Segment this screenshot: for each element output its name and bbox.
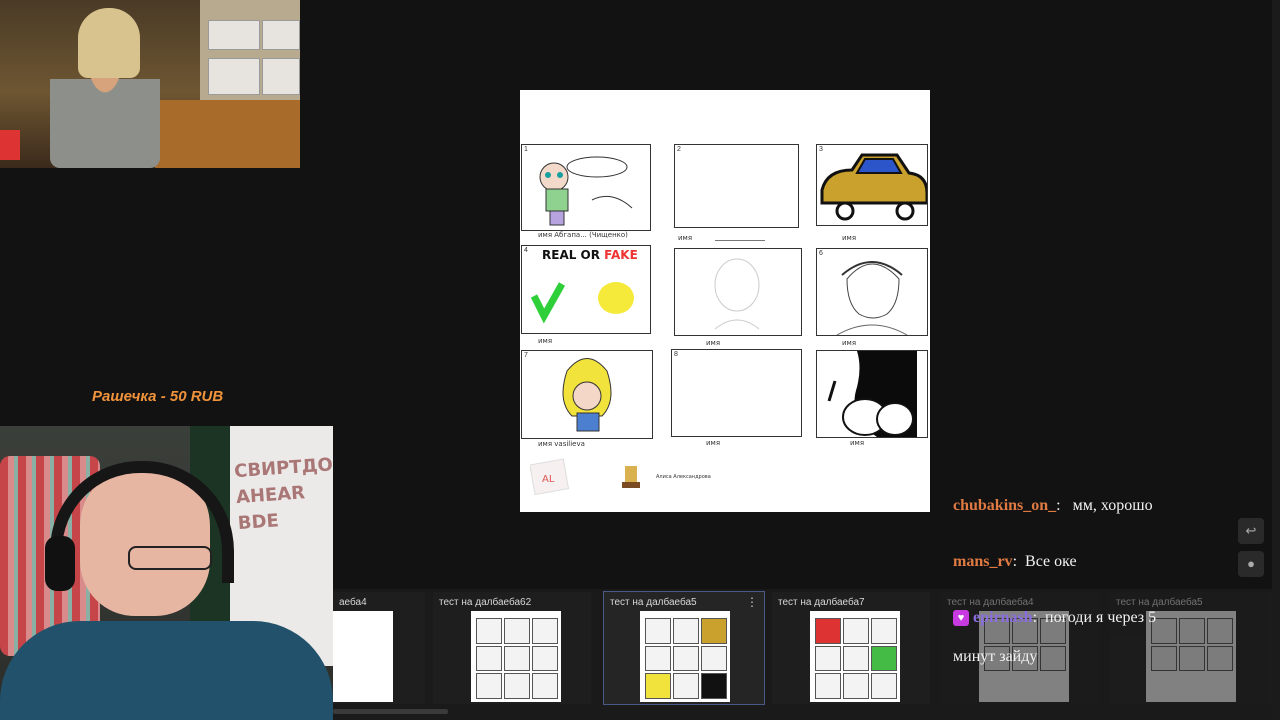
cell-6: 6 [816, 248, 928, 336]
tab-thumbnail [810, 611, 900, 702]
cell-9: 9 [816, 350, 928, 438]
cell-6-caption: имя [842, 339, 857, 347]
cell-1-caption: имя Абгапа... (Чищенко) [538, 231, 628, 239]
svg-text:AL: AL [542, 474, 555, 485]
drawing-canvas[interactable]: 1 имя Абгапа... (Чищенко) 2 имя 3 имя 4 … [520, 90, 930, 512]
vertical-scrollbar[interactable] [1272, 0, 1280, 720]
faint-sketch-drawing [714, 258, 760, 330]
tab-item[interactable]: тест на далбаеба62 [433, 592, 591, 704]
cell-7: 7 [521, 350, 653, 439]
storage-box [208, 20, 260, 50]
tab-item[interactable]: аеба4 [333, 592, 425, 704]
cell-1: 1 [521, 144, 651, 231]
webcam-top [0, 0, 300, 168]
cup [0, 130, 20, 160]
glasses [128, 546, 212, 570]
streamer-hair [78, 8, 140, 78]
cell-8: 8 [671, 349, 802, 437]
donation-alert: Рашечка - 50 RUB [92, 388, 224, 405]
storage-box [208, 58, 260, 95]
headset-earcup [45, 536, 75, 591]
horizontal-scrollbar[interactable] [333, 709, 448, 714]
webcam-bottom: СВИРТДОН AHEAR BDE [0, 426, 333, 720]
shirt [0, 621, 333, 720]
tab-thumbnail [640, 611, 730, 702]
chat-bubble-icon[interactable]: ● [1238, 551, 1264, 577]
storage-box [262, 58, 300, 95]
tab-item[interactable]: тест на далбаеба7 [772, 592, 930, 704]
cabinet [155, 100, 300, 168]
cell-2: 2 [674, 144, 799, 228]
cell-3: 3 [816, 144, 928, 226]
cell-5-caption: имя [706, 339, 721, 347]
cell-3-caption: имя [842, 234, 857, 242]
storage-box [262, 20, 300, 50]
cell-4: 4 REAL OR FAKE [521, 245, 651, 334]
tab-item-active[interactable]: тест на далбаеба5 ⋮ [603, 591, 765, 705]
chibi-drawing [539, 156, 633, 226]
cell-2-caption: имя [678, 234, 693, 242]
signature-line [715, 240, 765, 241]
chat-message: минут зайду [953, 648, 1038, 665]
portrait-drawing [836, 261, 908, 335]
cell-7-caption: имя vasilieva [538, 440, 585, 448]
tab-thumbnail [471, 611, 561, 702]
car-drawing [820, 153, 927, 221]
chat-message: chubakins_on_: мм, хорошо [953, 497, 1153, 514]
bottom-caption: Алиса Александрова [656, 474, 711, 480]
cell-9-caption: имя [850, 439, 865, 447]
reply-icon[interactable]: ↩ [1238, 518, 1264, 544]
cell-5 [674, 248, 802, 336]
heart-badge-icon: ♥ [953, 610, 969, 627]
real-or-fake-title: REAL OR FAKE [542, 248, 638, 262]
tab-thumbnail [333, 611, 393, 702]
cell-8-caption: имя [706, 439, 721, 447]
chat-message: mans_rv: Все оке [953, 553, 1077, 570]
cell-4-caption: имя [538, 337, 553, 345]
tab-thumbnail [1146, 611, 1236, 702]
blonde-character-drawing [562, 358, 612, 432]
more-vertical-icon[interactable]: ⋮ [746, 595, 758, 609]
whiteboard-text: СВИРТДОН AHEAR BDE [233, 453, 333, 535]
chat-message: ♥ epirnash: погоди я через 5 [953, 609, 1156, 627]
silhouette-drawing [827, 351, 917, 437]
